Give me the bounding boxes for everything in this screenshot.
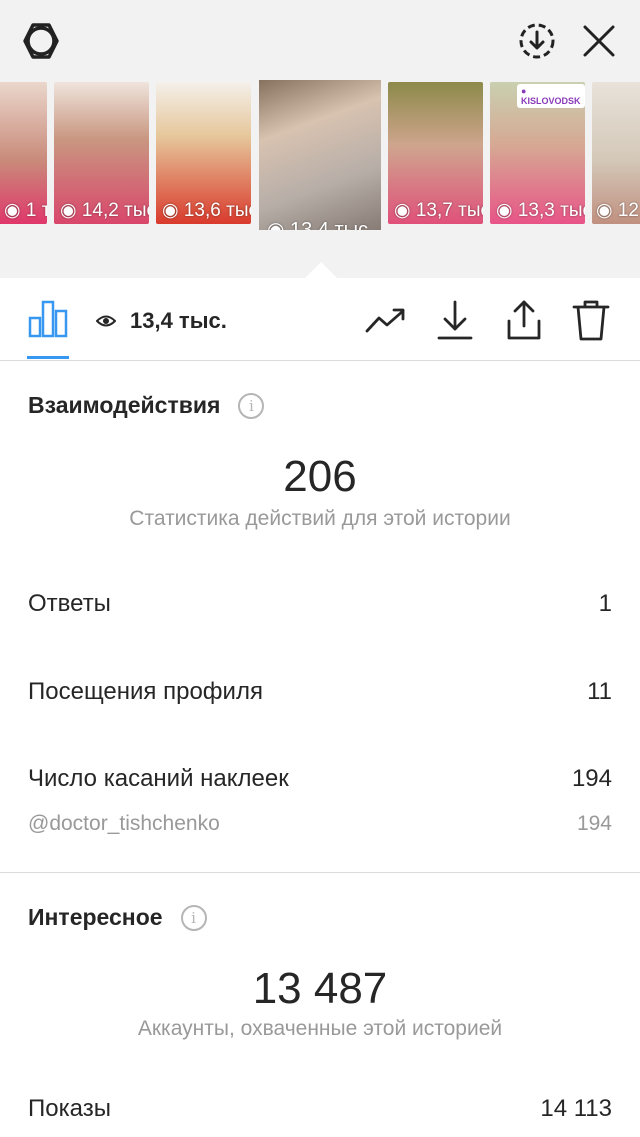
stories-header: ◉ 1 тыс. ◉ 14,2 тыс. ◉ 13,6 тыс. ◉ 13,4 … — [0, 0, 640, 278]
stat-value: 1 — [598, 590, 612, 617]
story-view-count: ◉ 12 — [596, 200, 639, 221]
story-thumbnail[interactable]: ◉ 12 — [592, 82, 640, 224]
circle-download-icon — [519, 23, 555, 59]
location-sticker: ● KISLOVODSK — [517, 84, 585, 108]
trending-up-icon — [365, 308, 405, 333]
story-view-count: ◉ 13,6 тыс. — [162, 200, 251, 221]
story-thumbnails: ◉ 1 тыс. ◉ 14,2 тыс. ◉ 13,6 тыс. ◉ 13,4 … — [0, 80, 640, 230]
section-title-text: Интересное — [28, 904, 163, 930]
story-view-count: ◉ 13,4 тыс. — [267, 219, 374, 230]
story-view-count: ◉ 13,3 тыс. — [496, 200, 585, 221]
selection-pointer — [305, 262, 337, 278]
section-divider — [0, 872, 640, 873]
stat-row-impressions: Показы 14 113 — [28, 1095, 612, 1123]
trash-icon — [572, 300, 610, 341]
story-thumbnail[interactable]: ● KISLOVODSK ◉ 13,3 тыс. — [490, 82, 585, 224]
interactions-caption: Статистика действий для этой истории — [129, 507, 511, 530]
active-tab-indicator — [27, 356, 69, 359]
mention-value: 194 — [576, 812, 612, 835]
story-thumbnail[interactable]: ◉ 1 тыс. — [0, 82, 47, 224]
views-summary: 13,4 тыс. — [95, 308, 227, 334]
share-button[interactable] — [502, 298, 546, 342]
insights-tab[interactable] — [26, 296, 70, 340]
stat-label: Число касаний наклеек — [28, 765, 289, 792]
story-thumbnail-selected[interactable]: ◉ 13,4 тыс. — [259, 80, 381, 230]
download-icon — [437, 300, 473, 340]
section-title-text: Взаимодействия — [28, 392, 221, 418]
bar-chart-icon — [28, 300, 68, 338]
stat-value: 11 — [587, 678, 612, 705]
views-count: 13,4 тыс. — [130, 308, 227, 333]
story-toolbar: 13,4 тыс. — [0, 278, 640, 361]
interactions-section-title: Взаимодействия i — [28, 392, 265, 419]
discovery-total: 13 487 — [252, 964, 388, 1013]
stat-value: 14 113 — [540, 1095, 612, 1122]
info-icon[interactable]: i — [238, 392, 265, 419]
info-icon[interactable]: i — [180, 904, 207, 931]
mention-label: @doctor_tishchenko — [28, 812, 220, 835]
promote-button[interactable] — [364, 298, 408, 342]
discovery-caption: Аккаунты, охваченные этой историей — [137, 1017, 503, 1040]
stat-row-profile-visits: Посещения профиля 11 — [28, 678, 612, 706]
close-button[interactable] — [576, 18, 622, 64]
stat-subrow-mention[interactable]: @doctor_tishchenko 194 — [28, 812, 612, 836]
stat-row-sticker-taps: Число касаний наклеек 194 — [28, 765, 612, 793]
story-view-count: ◉ 1 тыс. — [4, 200, 47, 221]
story-view-count: ◉ 13,7 тыс. — [394, 200, 483, 221]
interactions-total: 206 — [283, 452, 357, 501]
story-thumbnail[interactable]: ◉ 13,6 тыс. — [156, 82, 251, 224]
gear-ring-icon — [23, 23, 59, 59]
share-icon — [507, 300, 541, 340]
settings-button[interactable] — [18, 18, 64, 64]
stat-value: 194 — [571, 765, 612, 792]
stat-row-replies: Ответы 1 — [28, 590, 612, 618]
stat-label: Посещения профиля — [28, 678, 263, 705]
download-button[interactable] — [433, 298, 477, 342]
delete-button[interactable] — [569, 298, 613, 342]
story-view-count: ◉ 14,2 тыс. — [60, 200, 149, 221]
stat-label: Показы — [28, 1095, 111, 1122]
story-thumbnail[interactable]: ◉ 14,2 тыс. — [54, 82, 149, 224]
close-icon — [583, 25, 615, 57]
story-thumbnail[interactable]: ◉ 13,7 тыс. — [388, 82, 483, 224]
save-story-button[interactable] — [514, 18, 560, 64]
eye-icon — [95, 308, 117, 334]
discovery-section-title: Интересное i — [28, 904, 207, 931]
stat-label: Ответы — [28, 590, 111, 617]
